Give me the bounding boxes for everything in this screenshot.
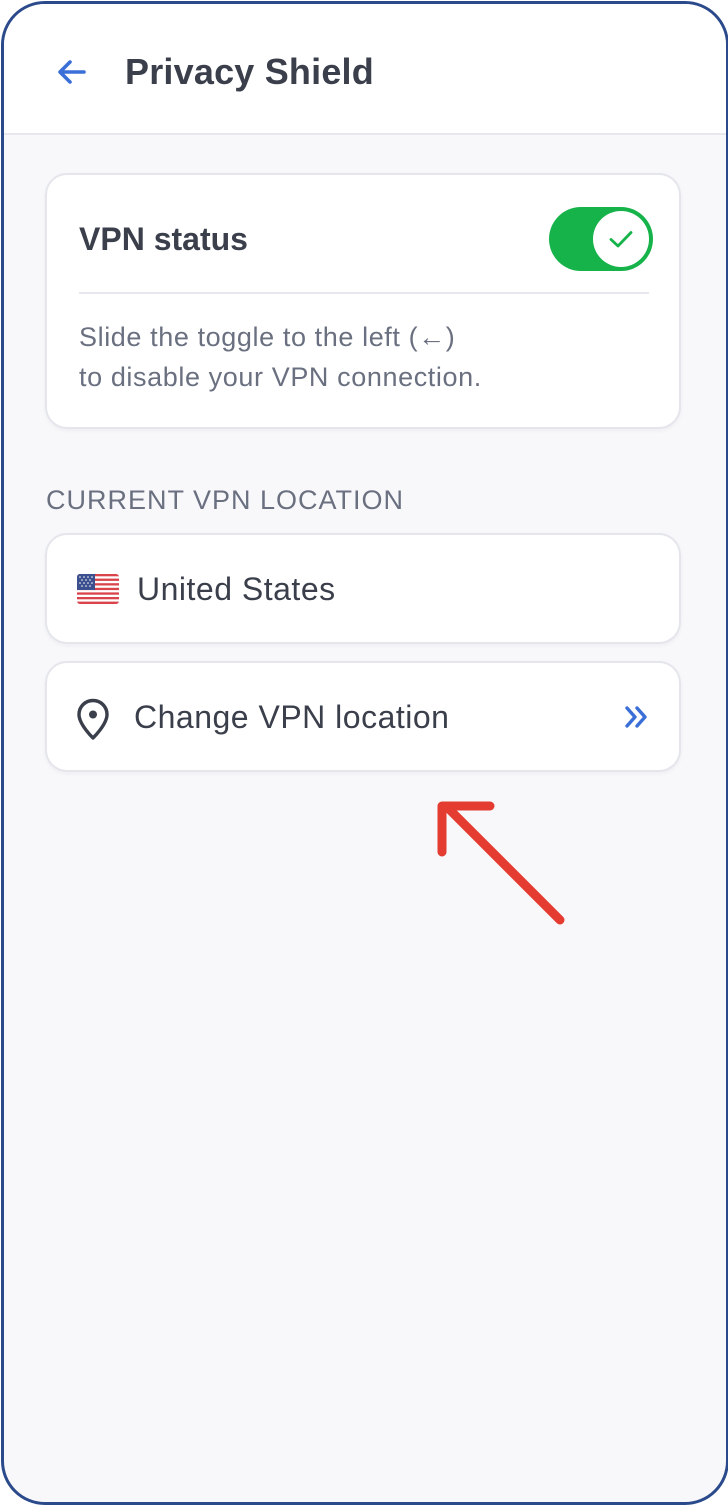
- vpn-hint-line-1: Slide the toggle to the left (←): [79, 322, 456, 352]
- double-chevron-right-icon: [625, 706, 647, 728]
- vpn-hint-text: Slide the toggle to the left (←) to disa…: [79, 317, 482, 397]
- vpn-status-label: VPN status: [79, 221, 248, 257]
- vpn-toggle[interactable]: [549, 207, 653, 271]
- current-location-heading: CURRENT VPN LOCATION: [46, 485, 405, 515]
- us-flag-icon: [77, 574, 119, 604]
- current-location-card: United States: [45, 533, 681, 644]
- map-pin-icon: [77, 698, 109, 740]
- arrow-left-icon: [58, 60, 86, 84]
- current-country: United States: [137, 571, 336, 607]
- red-arrow-icon: [437, 801, 565, 925]
- card-divider: [79, 292, 649, 294]
- toggle-knob: [593, 211, 649, 267]
- check-icon: [609, 231, 633, 248]
- app-header: Privacy Shield: [4, 4, 726, 135]
- page-title: Privacy Shield: [125, 51, 374, 92]
- back-button[interactable]: [48, 48, 96, 96]
- phone-frame: Privacy Shield VPN status Slide the togg…: [1, 1, 728, 1505]
- vpn-hint-line-2: to disable your VPN connection.: [79, 362, 482, 392]
- change-location-label: Change VPN location: [134, 699, 450, 735]
- vpn-status-card: VPN status Slide the toggle to the left …: [45, 173, 681, 429]
- change-location-button[interactable]: Change VPN location: [45, 661, 681, 772]
